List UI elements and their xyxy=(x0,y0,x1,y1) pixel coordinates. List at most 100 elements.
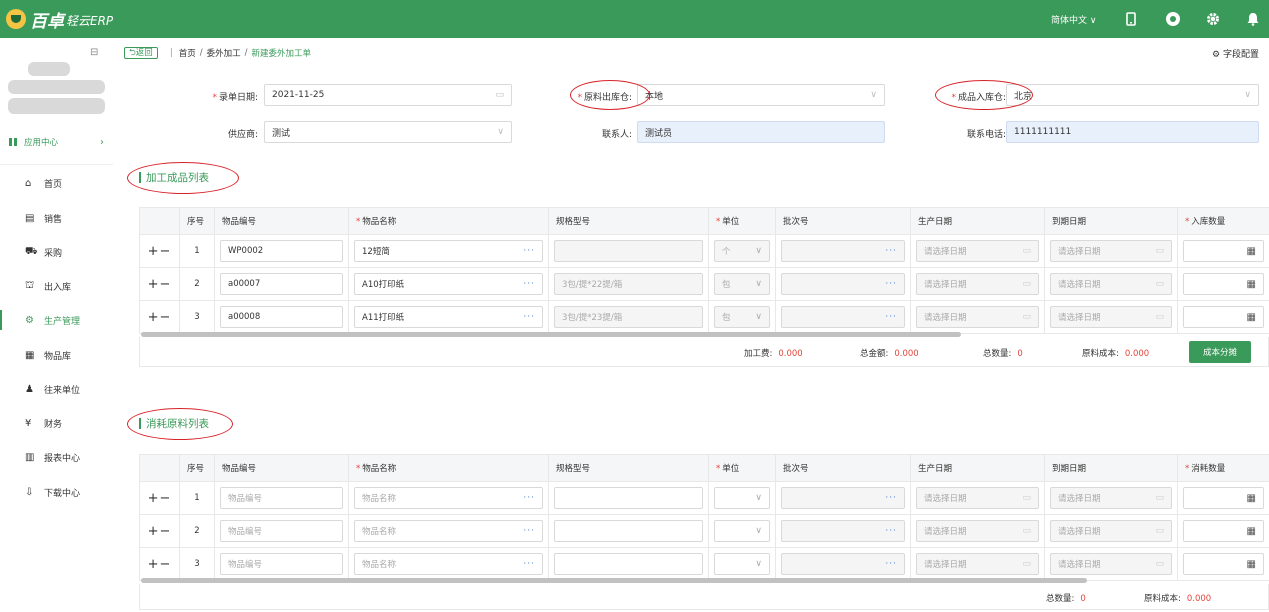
breadcrumb-home[interactable]: 首页 xyxy=(179,47,196,59)
top-bar: 百卓 轻云ERP 简体中文 ∨ xyxy=(0,0,1269,38)
quantity-input[interactable]: ▦ xyxy=(1183,306,1264,328)
batch-input[interactable]: ··· xyxy=(781,520,905,542)
in-warehouse-select[interactable]: 北京 ∨ xyxy=(1006,84,1259,106)
contact-field[interactable]: 测试员 xyxy=(637,121,885,143)
cost-allocation-button[interactable]: 成本分摊 xyxy=(1189,341,1251,363)
item-code-input[interactable]: WP0002 xyxy=(220,240,343,262)
calculator-icon: ▦ xyxy=(1246,278,1256,290)
column-header: 物品编号 xyxy=(214,454,349,482)
sidebar-item[interactable]: ▤ 销售 xyxy=(0,208,113,228)
collapse-icon[interactable]: ⊟ xyxy=(90,47,98,58)
spec-input[interactable] xyxy=(554,487,703,509)
production-date-input[interactable]: 请选择日期 ▭ xyxy=(916,273,1039,295)
sidebar-item[interactable]: ▦ 物品库 xyxy=(0,345,113,365)
sidebar-item[interactable]: ⛟ 采购 xyxy=(0,242,113,262)
unit-select[interactable]: ∨ xyxy=(714,520,770,542)
item-code-input[interactable]: 物品编号 xyxy=(220,520,343,542)
batch-input[interactable]: ··· xyxy=(781,273,905,295)
item-name-input[interactable]: A10打印纸 ··· xyxy=(354,273,543,295)
quantity-input[interactable]: ▦ xyxy=(1183,487,1264,509)
out-warehouse-select[interactable]: 本地 ∨ xyxy=(637,84,885,106)
quantity-input[interactable]: ▦ xyxy=(1183,240,1264,262)
remove-row-icon[interactable]: − xyxy=(160,310,172,325)
column-header: * 入库数量 xyxy=(1177,207,1269,235)
expiry-date-input[interactable]: 请选择日期 ▭ xyxy=(1050,273,1172,295)
unit-select[interactable]: 包 ∨ xyxy=(714,306,770,328)
spec-input[interactable]: 3包/提*22提/箱 xyxy=(554,273,703,295)
gear-icon[interactable] xyxy=(1204,10,1222,28)
phone-field[interactable]: 1111111111 xyxy=(1006,121,1259,143)
expiry-date-input[interactable]: 请选择日期 ▭ xyxy=(1050,487,1172,509)
production-date-input[interactable]: 请选择日期 ▭ xyxy=(916,520,1039,542)
spec-input[interactable] xyxy=(554,520,703,542)
expiry-date-input[interactable]: 请选择日期 ▭ xyxy=(1050,520,1172,542)
production-date-input[interactable]: 请选择日期 ▭ xyxy=(916,553,1039,575)
item-name-input[interactable]: 物品名称 ··· xyxy=(354,553,543,575)
batch-input[interactable]: ··· xyxy=(781,306,905,328)
add-row-icon[interactable]: + xyxy=(148,277,160,292)
horizontal-scrollbar[interactable] xyxy=(141,578,1087,583)
quantity-input[interactable]: ▦ xyxy=(1183,520,1264,542)
app-center[interactable]: 应用中心 › xyxy=(9,136,104,148)
item-code-input[interactable]: a00008 xyxy=(220,306,343,328)
expiry-date-input[interactable]: 请选择日期 ▭ xyxy=(1050,240,1172,262)
remove-row-icon[interactable]: − xyxy=(160,277,172,292)
add-row-icon[interactable]: + xyxy=(148,491,160,506)
sidebar-item[interactable]: ⛫ 出入库 xyxy=(0,276,113,296)
production-date-input[interactable]: 请选择日期 ▭ xyxy=(916,487,1039,509)
sidebar-item[interactable]: ⌂ 首页 xyxy=(0,173,113,193)
expiry-date-input[interactable]: 请选择日期 ▭ xyxy=(1050,553,1172,575)
batch-input[interactable]: ··· xyxy=(781,553,905,575)
add-row-icon[interactable]: + xyxy=(148,524,160,539)
add-row-icon[interactable]: + xyxy=(148,557,160,572)
spec-input[interactable] xyxy=(554,240,703,262)
field-config-button[interactable]: ⚙ 字段配置 xyxy=(1212,47,1259,60)
item-code-input[interactable]: 物品编号 xyxy=(220,553,343,575)
home-icon: ⌂ xyxy=(25,177,32,189)
item-name-input-value: 物品名称 xyxy=(362,494,397,504)
item-name-input[interactable]: A11打印纸 ··· xyxy=(354,306,543,328)
spec-input[interactable]: 3包/提*23提/箱 xyxy=(554,306,703,328)
quantity-input[interactable]: ▦ xyxy=(1183,553,1264,575)
remove-row-icon[interactable]: − xyxy=(160,557,172,572)
item-name-input[interactable]: 物品名称 ··· xyxy=(354,520,543,542)
item-name-input[interactable]: 12短简 ··· xyxy=(354,240,543,262)
breadcrumb-outsource[interactable]: 委外加工 xyxy=(207,47,241,59)
language-select[interactable]: 简体中文 ∨ xyxy=(1051,13,1096,26)
sidebar-item[interactable]: ¥ 财务 xyxy=(0,413,113,433)
row-number: 2 xyxy=(179,267,215,301)
sidebar-item[interactable]: ♟ 往来单位 xyxy=(0,379,113,399)
unit-select[interactable]: ∨ xyxy=(714,487,770,509)
phone-icon[interactable] xyxy=(1122,10,1140,28)
remove-row-icon[interactable]: − xyxy=(160,491,172,506)
back-button[interactable]: ⮌返回 xyxy=(124,46,158,59)
help-icon[interactable] xyxy=(1164,10,1182,28)
expiry-date-input[interactable]: 请选择日期 ▭ xyxy=(1050,306,1172,328)
production-date-input[interactable]: 请选择日期 ▭ xyxy=(916,240,1039,262)
batch-input[interactable]: ··· xyxy=(781,240,905,262)
remove-row-icon[interactable]: − xyxy=(160,244,172,259)
logo[interactable]: 百卓 轻云ERP xyxy=(6,7,113,32)
unit-select[interactable]: ∨ xyxy=(714,553,770,575)
production-date-input[interactable]: 请选择日期 ▭ xyxy=(916,306,1039,328)
item-name-input[interactable]: 物品名称 ··· xyxy=(354,487,543,509)
add-row-icon[interactable]: + xyxy=(148,310,160,325)
row-actions: +− xyxy=(139,267,180,301)
sidebar-item[interactable]: ⚙ 生产管理 xyxy=(0,310,113,330)
breadcrumb-current: 新建委外加工单 xyxy=(251,48,311,59)
unit-select[interactable]: 包 ∨ xyxy=(714,273,770,295)
supplier-select[interactable]: 测试 ∨ xyxy=(264,121,512,143)
date-field[interactable]: 2021-11-25 ▭ xyxy=(264,84,512,106)
sidebar-item[interactable]: ▥ 报表中心 xyxy=(0,447,113,467)
bell-icon[interactable] xyxy=(1244,10,1262,28)
sidebar-item[interactable]: ⇩ 下载中心 xyxy=(0,482,113,502)
add-row-icon[interactable]: + xyxy=(148,244,160,259)
spec-input-value: 3包/提*23提/箱 xyxy=(562,313,623,323)
spec-input[interactable] xyxy=(554,553,703,575)
quantity-input[interactable]: ▦ xyxy=(1183,273,1264,295)
batch-input[interactable]: ··· xyxy=(781,487,905,509)
unit-select[interactable]: 个 ∨ xyxy=(714,240,770,262)
remove-row-icon[interactable]: − xyxy=(160,524,172,539)
item-code-input[interactable]: a00007 xyxy=(220,273,343,295)
item-code-input[interactable]: 物品编号 xyxy=(220,487,343,509)
